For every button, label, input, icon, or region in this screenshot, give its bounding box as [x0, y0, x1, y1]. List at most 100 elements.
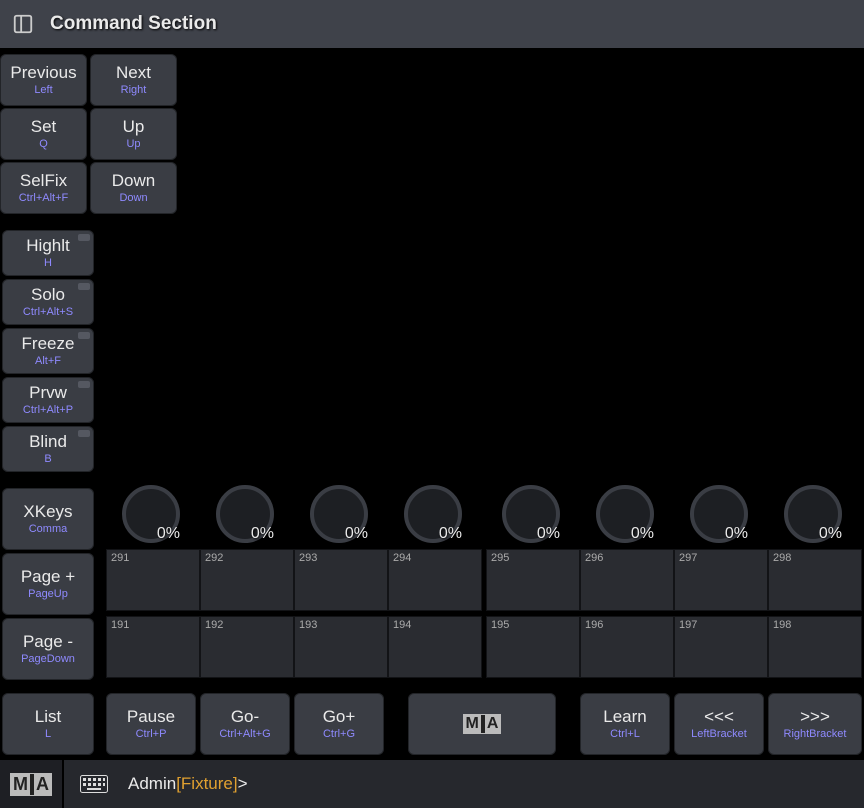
exec-cell[interactable]: 298	[768, 549, 862, 611]
command-bar: MA Admin[Fixture]>	[0, 760, 864, 808]
next-shortcut: Right	[121, 84, 147, 96]
exec-cell[interactable]: 198	[768, 616, 862, 678]
encoder-6[interactable]: 0%	[596, 485, 654, 543]
encoder-7[interactable]: 0%	[690, 485, 748, 543]
exec-number: 193	[299, 619, 317, 631]
freeze-shortcut: Alt+F	[35, 355, 61, 367]
go-plus-label: Go+	[323, 708, 356, 727]
exec-cell[interactable]: 195	[486, 616, 580, 678]
exec-cell[interactable]: 295	[486, 549, 580, 611]
previous-button[interactable]: Previous Left	[0, 54, 87, 106]
list-label: List	[35, 708, 61, 727]
ma-logo-icon: MA	[10, 773, 52, 796]
prvw-label: Prvw	[29, 384, 67, 403]
xkeys-button[interactable]: XKeys Comma	[2, 488, 94, 550]
exec-cell[interactable]: 196	[580, 616, 674, 678]
previous-shortcut: Left	[34, 84, 52, 96]
exec-number: 296	[585, 552, 603, 564]
exec-number: 196	[585, 619, 603, 631]
command-text: Admin[Fixture]>	[128, 774, 248, 794]
cmd-user: Admin	[128, 774, 176, 793]
selfix-button[interactable]: SelFix Ctrl+Alt+F	[0, 162, 87, 214]
prvw-button[interactable]: Prvw Ctrl+Alt+P	[2, 377, 94, 423]
go-plus-button[interactable]: Go+ Ctrl+G	[294, 693, 384, 755]
exec-number: 197	[679, 619, 697, 631]
list-shortcut: L	[45, 728, 51, 740]
pagedown-shortcut: PageDown	[21, 653, 75, 665]
exec-number: 198	[773, 619, 791, 631]
exec-cell[interactable]: 191	[106, 616, 200, 678]
rewind-button[interactable]: <<< LeftBracket	[674, 693, 764, 755]
list-button[interactable]: List L	[2, 693, 94, 755]
exec-cell[interactable]: 297	[674, 549, 768, 611]
pageup-button[interactable]: Page + PageUp	[2, 553, 94, 615]
indicator-icon	[78, 283, 90, 290]
encoder-3[interactable]: 0%	[310, 485, 368, 543]
freeze-button[interactable]: Freeze Alt+F	[2, 328, 94, 374]
exec-number: 192	[205, 619, 223, 631]
ma-logo-icon: MA	[463, 714, 502, 734]
exec-number: 195	[491, 619, 509, 631]
encoder-1[interactable]: 0%	[122, 485, 180, 543]
exec-cell[interactable]: 294	[388, 549, 482, 611]
rewind-label: <<<	[704, 708, 734, 727]
exec-cell[interactable]: 291	[106, 549, 200, 611]
exec-cell[interactable]: 193	[294, 616, 388, 678]
panel-icon[interactable]	[10, 11, 36, 37]
solo-button[interactable]: Solo Ctrl+Alt+S	[2, 279, 94, 325]
encoder-8[interactable]: 0%	[784, 485, 842, 543]
blind-button[interactable]: Blind B	[2, 426, 94, 472]
exec-number: 291	[111, 552, 129, 564]
exec-number: 298	[773, 552, 791, 564]
set-button[interactable]: Set Q	[0, 108, 87, 160]
command-line[interactable]: Admin[Fixture]>	[64, 760, 864, 808]
encoder-5[interactable]: 0%	[502, 485, 560, 543]
highlt-label: Highlt	[26, 237, 69, 256]
highlt-button[interactable]: Highlt H	[2, 230, 94, 276]
exec-cell[interactable]: 194	[388, 616, 482, 678]
go-minus-label: Go-	[231, 708, 259, 727]
down-shortcut: Down	[119, 192, 147, 204]
previous-label: Previous	[10, 64, 76, 83]
titlebar: Command Section	[0, 0, 864, 48]
cmd-context: [Fixture]	[176, 774, 237, 793]
cmd-prompt: >	[238, 774, 248, 793]
pageup-label: Page +	[21, 568, 75, 587]
encoder-value: 0%	[345, 525, 368, 543]
set-label: Set	[31, 118, 57, 137]
prvw-shortcut: Ctrl+Alt+P	[23, 404, 73, 416]
indicator-icon	[78, 332, 90, 339]
exec-cell[interactable]: 293	[294, 549, 388, 611]
up-shortcut: Up	[126, 138, 140, 150]
forward-label: >>>	[800, 708, 830, 727]
encoder-value: 0%	[251, 525, 274, 543]
go-plus-shortcut: Ctrl+G	[323, 728, 355, 740]
solo-label: Solo	[31, 286, 65, 305]
exec-number: 294	[393, 552, 411, 564]
indicator-icon	[78, 381, 90, 388]
next-button[interactable]: Next Right	[90, 54, 177, 106]
exec-cell[interactable]: 197	[674, 616, 768, 678]
pageup-shortcut: PageUp	[28, 588, 68, 600]
encoder-4[interactable]: 0%	[404, 485, 462, 543]
learn-button[interactable]: Learn Ctrl+L	[580, 693, 670, 755]
encoder-2[interactable]: 0%	[216, 485, 274, 543]
exec-cell[interactable]: 292	[200, 549, 294, 611]
forward-button[interactable]: >>> RightBracket	[768, 693, 862, 755]
ma-button[interactable]: MA	[408, 693, 556, 755]
encoder-value: 0%	[819, 525, 842, 543]
indicator-icon	[78, 234, 90, 241]
encoder-value: 0%	[537, 525, 560, 543]
down-button[interactable]: Down Down	[90, 162, 177, 214]
pause-button[interactable]: Pause Ctrl+P	[106, 693, 196, 755]
pagedown-button[interactable]: Page - PageDown	[2, 618, 94, 680]
exec-cell[interactable]: 296	[580, 549, 674, 611]
exec-cell[interactable]: 192	[200, 616, 294, 678]
exec-number: 293	[299, 552, 317, 564]
up-button[interactable]: Up Up	[90, 108, 177, 160]
go-minus-button[interactable]: Go- Ctrl+Alt+G	[200, 693, 290, 755]
ma-corner-button[interactable]: MA	[0, 760, 64, 808]
up-label: Up	[123, 118, 145, 137]
keyboard-icon	[80, 775, 108, 793]
rewind-shortcut: LeftBracket	[691, 728, 747, 740]
